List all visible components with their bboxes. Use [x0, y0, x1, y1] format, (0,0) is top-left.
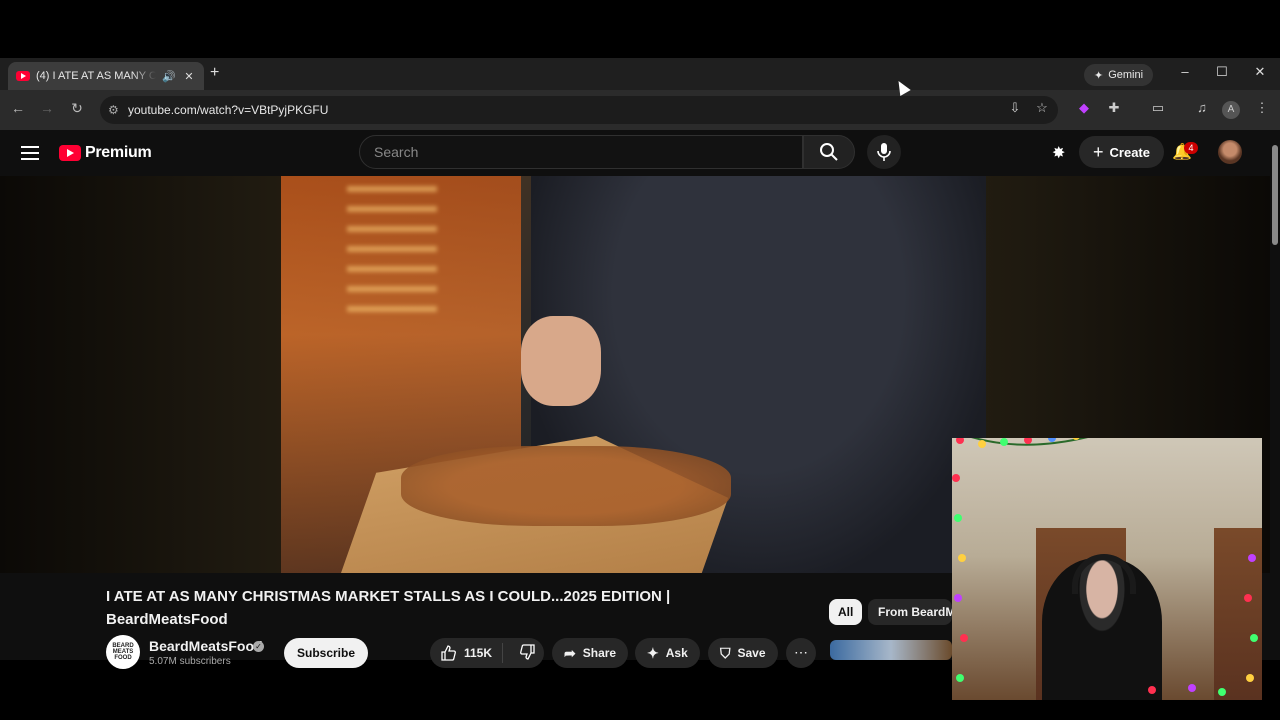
video-title: I ATE AT AS MANY CHRISTMAS MARKET STALLS… — [106, 588, 671, 628]
address-bar[interactable]: ⚙ youtube.com/watch?v=VBtPyjPKGFU — [100, 96, 1058, 124]
forward-arrow-icon[interactable]: → — [38, 100, 56, 116]
bookmark-icon: ⛉ — [720, 644, 731, 661]
new-tab-button[interactable]: + — [210, 64, 219, 82]
chip-all[interactable]: All — [829, 599, 863, 625]
thumbs-down-icon — [520, 643, 535, 660]
create-button[interactable]: + Create — [1079, 136, 1164, 168]
search-icon — [820, 143, 838, 161]
extension-badge-icon[interactable]: ◆ — [1074, 100, 1094, 116]
notification-count-badge: 4 — [1184, 142, 1198, 154]
install-app-icon[interactable]: ⇩ — [1005, 100, 1025, 116]
subscribe-button[interactable]: Subscribe — [284, 638, 369, 668]
create-label: Create — [1109, 144, 1150, 160]
cast-icon[interactable]: ▭ — [1148, 100, 1168, 116]
microphone-icon — [877, 143, 891, 161]
account-avatar[interactable] — [1218, 140, 1242, 164]
ask-button[interactable]: ✦ Ask — [635, 638, 700, 668]
more-actions-button[interactable]: ⋯ — [786, 638, 816, 668]
share-button[interactable]: ➦ Share — [552, 638, 629, 668]
verified-check-icon: ✓ — [253, 641, 264, 652]
gemini-button[interactable]: ✦ Gemini — [1084, 64, 1154, 86]
url-text: youtube.com/watch?v=VBtPyjPKGFU — [128, 103, 329, 117]
search-button[interactable] — [803, 135, 855, 169]
share-label: Share — [582, 646, 617, 660]
save-label: Save — [737, 646, 766, 660]
like-dislike-group: 115K — [430, 638, 544, 668]
gemini-spark-icon: ✦ — [1094, 69, 1104, 82]
chip-from-channel[interactable]: From BeardMeatsFood — [868, 599, 952, 625]
dislike-button[interactable] — [510, 643, 546, 663]
share-arrow-icon: ➦ — [564, 644, 576, 661]
site-info-icon[interactable]: ⚙ — [108, 103, 128, 117]
profile-avatar[interactable]: A — [1222, 101, 1240, 119]
youtube-logo-icon[interactable] — [59, 145, 81, 161]
bookmark-star-icon[interactable]: ☆ — [1032, 100, 1052, 116]
scrollbar-thumb[interactable] — [1272, 145, 1278, 245]
extensions-puzzle-icon[interactable]: ✚ — [1104, 100, 1124, 116]
channel-name[interactable]: BeardMeatsFood — [149, 638, 263, 654]
subscriber-count: 5.07M subscribers — [149, 656, 231, 667]
ask-label: Ask — [665, 646, 688, 660]
hamburger-menu-icon[interactable] — [21, 146, 39, 160]
back-arrow-icon[interactable]: ← — [9, 100, 27, 116]
recommended-video-thumbnail[interactable] — [830, 640, 952, 660]
media-controls-icon[interactable]: ♫ — [1192, 100, 1212, 115]
tab-title: (4) I ATE AT AS MANY CHRISTMAS MARKET ST… — [36, 70, 156, 82]
minimize-button[interactable]: – — [1175, 64, 1195, 79]
youtube-premium-logo[interactable]: Premium — [85, 144, 152, 162]
maximize-button[interactable]: ☐ — [1212, 64, 1232, 80]
like-count: 115K — [464, 646, 493, 660]
string-lights-image — [347, 186, 437, 316]
voice-search-button[interactable] — [867, 135, 901, 169]
tab-close-icon[interactable]: ✕ — [182, 70, 196, 83]
speaker-icon[interactable]: 🔊 — [162, 70, 176, 83]
gemini-label: Gemini — [1108, 69, 1144, 81]
browser-tab[interactable]: (4) I ATE AT AS MANY CHRISTMAS MARKET ST… — [8, 62, 204, 90]
browser-menu-icon[interactable]: ⋮ — [1252, 100, 1272, 116]
thumbs-up-icon — [441, 645, 456, 661]
hand-holding-cup-image — [521, 316, 601, 406]
sparkle-icon: ✦ — [647, 644, 659, 661]
save-button[interactable]: ⛉ Save — [708, 638, 778, 668]
christmas-lights-decoration — [952, 438, 1258, 696]
channel-avatar[interactable]: BEARD MEATS FOOD — [106, 635, 140, 669]
like-button[interactable]: 115K — [430, 643, 504, 663]
food-in-box-image — [401, 446, 731, 526]
video-player[interactable] — [281, 176, 986, 573]
close-window-button[interactable]: ✕ — [1250, 64, 1270, 80]
search-input[interactable]: Search — [359, 135, 803, 169]
ask-gemini-icon[interactable]: ✸ — [1052, 143, 1065, 163]
reload-icon[interactable]: ↻ — [68, 100, 86, 117]
youtube-favicon-icon — [16, 71, 30, 81]
streamer-webcam-overlay — [952, 438, 1262, 700]
plus-icon: + — [1093, 141, 1104, 162]
